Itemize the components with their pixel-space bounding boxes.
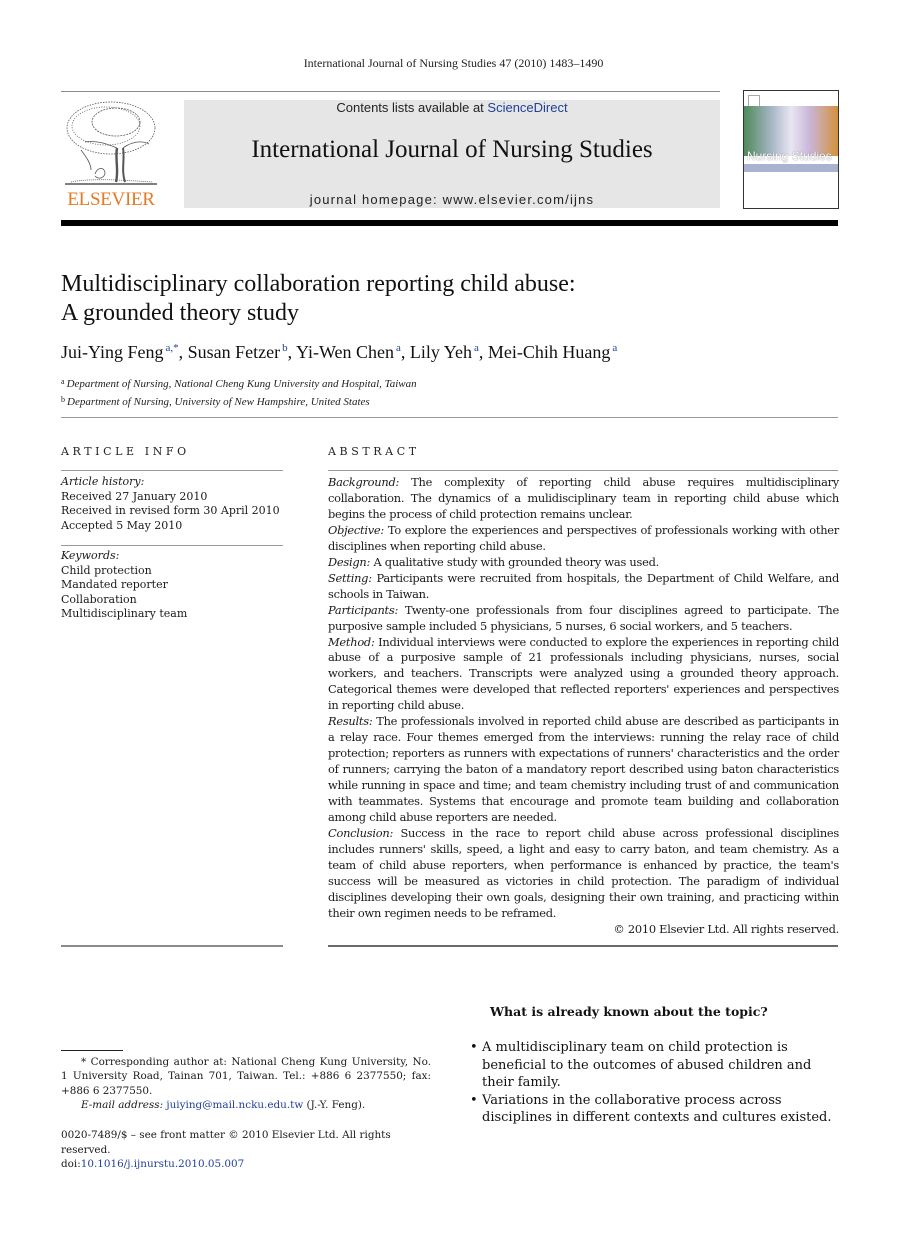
list-item: • A multidisciplinary team on child prote… bbox=[470, 1040, 812, 1090]
keywords: Keywords: Child protection Mandated repo… bbox=[61, 549, 283, 622]
article-title-line-2: A grounded theory study bbox=[61, 300, 299, 326]
issn-line: 0020-7489/$ – see front matter © 2010 El… bbox=[61, 1129, 391, 1156]
journal-cover[interactable]: Nursing Studies bbox=[743, 90, 839, 209]
keyword[interactable]: Collaboration bbox=[61, 593, 283, 608]
abstract-objective: Objective: To explore the experiences an… bbox=[328, 522, 839, 553]
abstract-body: Background: The complexity of reporting … bbox=[328, 475, 839, 938]
keywords-rule bbox=[61, 545, 283, 546]
author: Yi-Wen Chen a, bbox=[295, 342, 410, 362]
front-matter: 0020-7489/$ – see front matter © 2010 El… bbox=[61, 1128, 441, 1172]
abstract-participants: Participants: Twenty-one professionals f… bbox=[328, 602, 840, 633]
abstract-method: Method: Individual interviews were condu… bbox=[328, 634, 840, 713]
affiliation-rule bbox=[61, 417, 838, 418]
keywords-label: Keywords: bbox=[61, 549, 120, 562]
abstract-conclusion: Conclusion: Success in the race to repor… bbox=[328, 825, 840, 920]
journal-title: International Journal of Nursing Studies bbox=[251, 136, 653, 163]
bullet-icon: • bbox=[470, 1092, 478, 1108]
journal-homepage-link[interactable]: journal homepage: www.elsevier.com/ijns bbox=[184, 192, 720, 207]
elsevier-wordmark: ELSEVIER bbox=[67, 189, 155, 210]
known-topic-heading: What is already known about the topic? bbox=[490, 1004, 768, 1019]
author: Jui-Ying Feng a,*, bbox=[61, 342, 188, 362]
abstract-results: Results: The professionals involved in r… bbox=[328, 714, 839, 825]
affiliation-mark[interactable]: a,* bbox=[166, 342, 179, 354]
article-title-line-1: Multidisciplinary collaboration reportin… bbox=[61, 271, 576, 297]
abstract-background: Background: The complexity of reporting … bbox=[328, 475, 839, 521]
abstract-design: Design: A qualitative study with grounde… bbox=[328, 554, 659, 569]
footnote-rule bbox=[61, 1050, 123, 1051]
masthead-rule bbox=[61, 220, 838, 226]
cover-title: Nursing Studies bbox=[747, 149, 832, 163]
abstract-end-rule bbox=[328, 945, 838, 947]
corresponding-author-text: * Corresponding author at: National Chen… bbox=[61, 1056, 431, 1097]
abstract-rule bbox=[328, 470, 838, 471]
author: Susan Fetzer b, bbox=[187, 342, 296, 362]
article-info-rule bbox=[61, 470, 283, 471]
list-item: • Variations in the collaborative process… bbox=[470, 1092, 832, 1126]
history-accepted: Accepted 5 May 2010 bbox=[61, 518, 183, 532]
abstract-copyright: © 2010 Elsevier Ltd. All rights reserved… bbox=[613, 921, 839, 936]
cover-band bbox=[744, 164, 838, 172]
email-link[interactable]: juiying@mail.ncku.edu.tw bbox=[166, 1099, 303, 1111]
bullet-icon: • bbox=[470, 1040, 478, 1055]
contents-prefix: Contents lists available at bbox=[336, 100, 488, 115]
article-info-heading: ARTICLE INFO bbox=[61, 445, 190, 458]
sciencedirect-link[interactable]: ScienceDirect bbox=[487, 100, 567, 115]
affiliation-mark[interactable]: a bbox=[612, 342, 617, 354]
contents-line: Contents lists available at ScienceDirec… bbox=[184, 100, 720, 115]
affiliations: a Department of Nursing, National Cheng K… bbox=[61, 374, 417, 410]
history-received: Received 27 January 2010 bbox=[61, 489, 208, 503]
corresponding-author-footnote: * Corresponding author at: National Chen… bbox=[61, 1055, 431, 1112]
abstract-heading: ABSTRACT bbox=[328, 445, 420, 458]
tree-icon bbox=[65, 101, 157, 185]
journal-banner: Contents lists available at ScienceDirec… bbox=[184, 100, 720, 208]
article-info-end-rule bbox=[61, 945, 283, 947]
header-rule bbox=[61, 91, 720, 92]
keyword[interactable]: Mandated reporter bbox=[61, 578, 283, 593]
running-head: International Journal of Nursing Studies… bbox=[303, 56, 604, 70]
author-list: Jui-Ying Feng a,*, Susan Fetzer b, Yi-Wen … bbox=[61, 342, 841, 363]
elsevier-logo[interactable]: ELSEVIER bbox=[61, 98, 161, 211]
affiliation: b Department of Nursing, University of Ne… bbox=[61, 395, 370, 408]
author: Mei-Chih Huang a bbox=[487, 342, 618, 362]
article-title: Multidisciplinary collaboration reportin… bbox=[61, 270, 821, 328]
history-revised: Received in revised form 30 April 2010 bbox=[61, 504, 280, 518]
abstract-setting: Setting: Participants were recruited fro… bbox=[328, 570, 839, 601]
email-line: E-mail address: juiying@mail.ncku.edu.tw… bbox=[81, 1098, 366, 1111]
known-topic-list: • A multidisciplinary team on child prote… bbox=[470, 1039, 842, 1127]
author: Lily Yeh a, bbox=[409, 342, 488, 362]
article-history-label: Article history: bbox=[61, 475, 145, 488]
article-history: Article history: Received 27 January 201… bbox=[61, 475, 283, 533]
affiliation: a Department of Nursing, National Cheng K… bbox=[61, 377, 417, 390]
keyword[interactable]: Child protection bbox=[61, 564, 283, 579]
doi-link[interactable]: 10.1016/j.ijnurstu.2010.05.007 bbox=[81, 1158, 245, 1170]
doi-line: doi:10.1016/j.ijnurstu.2010.05.007 bbox=[61, 1158, 245, 1171]
keyword[interactable]: Multidisciplinary team bbox=[61, 607, 283, 622]
